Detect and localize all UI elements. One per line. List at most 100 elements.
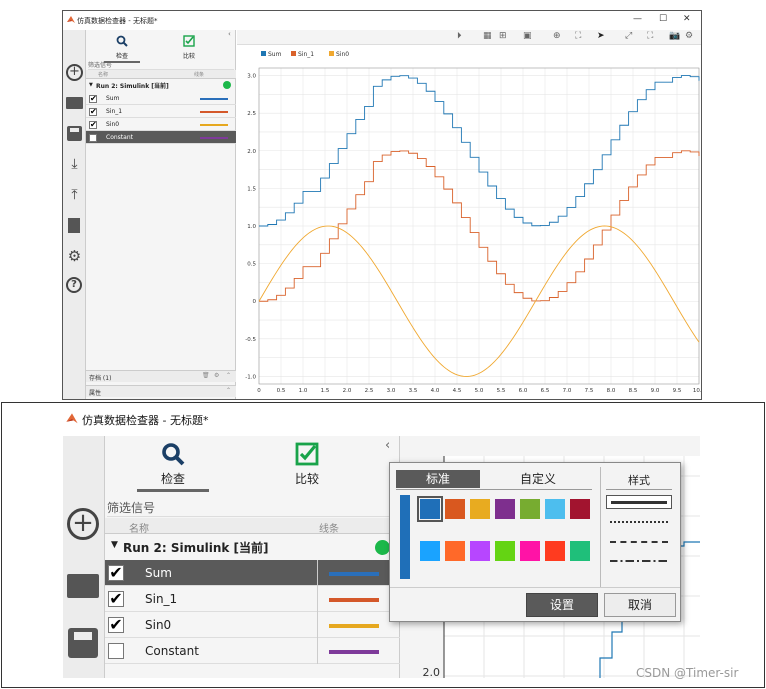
color-swatch[interactable] xyxy=(520,541,540,561)
color-swatch[interactable] xyxy=(545,541,565,561)
color-swatch[interactable] xyxy=(470,541,490,561)
tab-inspect[interactable]: 检查 xyxy=(104,32,140,63)
camera-icon[interactable]: 📷 xyxy=(669,31,680,41)
style-dashdot-option[interactable] xyxy=(610,560,668,562)
color-swatch[interactable] xyxy=(445,499,465,519)
signal-line-swatch[interactable] xyxy=(329,624,379,628)
save-icon[interactable] xyxy=(68,628,98,658)
x-tick-label: 4.5 xyxy=(453,388,462,394)
archive-collapse-icon[interactable]: ⌃ xyxy=(226,372,231,379)
play-icon[interactable]: ⏵ xyxy=(457,31,462,41)
visualize-icon[interactable]: ▣ xyxy=(523,31,532,41)
legend-label: Sin0 xyxy=(336,51,349,58)
column-divider xyxy=(317,560,318,586)
signal-row[interactable]: Constant xyxy=(86,131,236,144)
signal-checkbox[interactable] xyxy=(89,133,97,142)
signal-checkbox[interactable]: ✔ xyxy=(108,565,124,581)
run-row[interactable]: ▼ Run 2: Simulink [当前] xyxy=(86,80,236,91)
signal-checkbox[interactable]: ✔ xyxy=(89,107,97,116)
signal-checkbox[interactable]: ✔ xyxy=(108,617,124,633)
maximize-button[interactable]: ☐ xyxy=(659,14,667,24)
minimize-button[interactable]: — xyxy=(633,14,642,24)
signal-row[interactable]: ✔ Sin0 xyxy=(105,612,400,638)
signal-line-swatch[interactable] xyxy=(200,110,228,113)
tab-compare[interactable]: 比较 xyxy=(271,442,343,487)
style-dashed-option[interactable] xyxy=(610,541,668,543)
signal-checkbox[interactable]: ✔ xyxy=(108,591,124,607)
save-icon[interactable] xyxy=(67,126,82,141)
signal-row[interactable]: ✔ Sin0 xyxy=(86,118,236,131)
tab-compare[interactable]: 比较 xyxy=(171,32,207,60)
document-icon[interactable] xyxy=(68,218,80,233)
signal-row[interactable]: ✔ Sum xyxy=(105,560,400,586)
settings-gear-icon[interactable]: ⚙ xyxy=(66,247,83,265)
archive-settings-icon[interactable]: ⚙ xyxy=(214,372,219,379)
download-icon[interactable]: ⤓ xyxy=(66,156,83,172)
tab-standard[interactable]: 标准 xyxy=(396,470,480,488)
add-icon[interactable]: + xyxy=(67,508,99,540)
properties-collapse-icon[interactable]: ⌃ xyxy=(226,387,231,394)
tab-inspect[interactable]: 检查 xyxy=(137,442,209,492)
color-swatch[interactable] xyxy=(470,499,490,519)
run-label: Run 2: Simulink [当前] xyxy=(96,83,169,90)
signal-line-swatch[interactable] xyxy=(329,650,379,654)
folder-icon[interactable] xyxy=(67,574,99,598)
signal-line-swatch[interactable] xyxy=(329,598,379,602)
signal-line-swatch[interactable] xyxy=(200,97,228,100)
zoom-in-icon[interactable]: ⊕ xyxy=(553,31,561,41)
filter-signals-input[interactable]: 筛选信号 xyxy=(88,60,234,70)
color-swatch[interactable] xyxy=(420,541,440,561)
expand-icon[interactable]: ⤢ xyxy=(625,31,632,41)
signal-line-swatch[interactable] xyxy=(200,136,228,139)
legend-swatch xyxy=(291,51,296,56)
line-style-popup: 标准 自定义 样式 设置 取消 xyxy=(389,462,681,622)
folder-icon[interactable] xyxy=(66,97,83,109)
x-tick-label: 2.0 xyxy=(343,388,352,394)
signal-row[interactable]: ✔ Sum xyxy=(86,92,236,105)
signal-checkbox[interactable]: ✔ xyxy=(89,120,97,129)
signal-line-swatch[interactable] xyxy=(329,572,379,576)
color-swatch[interactable] xyxy=(570,541,590,561)
add-icon[interactable]: + xyxy=(66,64,83,81)
collapse-chevron-icon[interactable]: ‹ xyxy=(385,438,390,453)
x-tick-label: 1.5 xyxy=(321,388,330,394)
column-divider xyxy=(317,638,318,664)
color-swatch[interactable] xyxy=(445,541,465,561)
run-row[interactable]: ▼ Run 2: Simulink [当前] xyxy=(105,536,400,558)
color-swatch[interactable] xyxy=(417,496,443,522)
filter-signals-input[interactable]: 筛选信号 xyxy=(107,499,397,517)
signal-line-swatch[interactable] xyxy=(200,123,228,126)
expand-arrow-icon[interactable]: ▼ xyxy=(89,82,93,88)
signal-row[interactable]: ✔ Sin_1 xyxy=(105,586,400,612)
close-button[interactable]: ✕ xyxy=(683,14,691,24)
properties-bar[interactable]: 属性 ⌃ xyxy=(86,385,236,397)
color-swatch[interactable] xyxy=(520,499,540,519)
style-solid-option[interactable] xyxy=(606,495,672,509)
archive-delete-icon[interactable]: 🗑 xyxy=(202,372,210,379)
tab-custom[interactable]: 自定义 xyxy=(484,470,592,488)
expand-arrow-icon[interactable]: ▼ xyxy=(111,540,118,550)
upload-icon[interactable]: ⤒ xyxy=(66,187,83,203)
fit-to-view-icon[interactable]: ⛶ xyxy=(575,31,581,41)
layout-subplot-icon[interactable]: ⊞ xyxy=(499,31,507,41)
signal-checkbox[interactable]: ✔ xyxy=(89,94,97,103)
signal-row[interactable]: Constant xyxy=(105,638,400,664)
collapse-chevron-icon[interactable]: ‹ xyxy=(228,30,231,38)
color-swatch[interactable] xyxy=(495,541,515,561)
layout-grid-icon[interactable]: ▦ xyxy=(483,31,492,41)
archive-bar[interactable]: 存档 (1) 🗑 ⚙ ⌃ xyxy=(86,370,236,382)
fullscreen-icon[interactable]: ⛶ xyxy=(647,31,653,41)
cancel-button[interactable]: 取消 xyxy=(604,593,676,617)
help-icon[interactable]: ? xyxy=(66,277,82,293)
signal-checkbox[interactable] xyxy=(108,643,124,659)
set-button[interactable]: 设置 xyxy=(526,593,598,617)
color-swatch[interactable] xyxy=(570,499,590,519)
signal-row[interactable]: ✔ Sin_1 xyxy=(86,105,236,118)
color-swatch[interactable] xyxy=(495,499,515,519)
style-dotted-option[interactable] xyxy=(610,521,668,523)
tab-inspect-label: 检查 xyxy=(115,53,128,60)
color-swatch[interactable] xyxy=(545,499,565,519)
plot-settings-icon[interactable]: ⚙ xyxy=(685,31,693,41)
cursor-icon[interactable]: ➤ xyxy=(597,31,605,41)
magnifier-icon xyxy=(162,443,185,466)
